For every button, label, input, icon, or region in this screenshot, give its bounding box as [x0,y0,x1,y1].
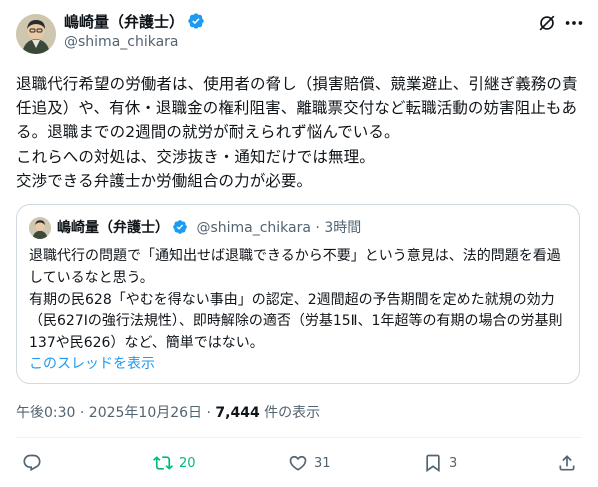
grok-icon [539,15,555,31]
view-count-suffix: 件の表示 [259,405,321,421]
reply-icon [23,454,41,472]
quoted-header: 嶋崎量（弁護士） @shima_chikara · 3時間 [57,218,361,241]
share-button[interactable] [557,452,577,474]
view-count: 7,444 [215,405,260,421]
like-button[interactable]: 31 [288,452,331,474]
like-count: 31 [314,455,331,471]
action-bar-divider [16,437,582,438]
author-name[interactable]: 嶋崎量（弁護士） [64,12,205,35]
repost-button[interactable]: 20 [153,452,196,474]
bookmark-count: 3 [449,455,458,471]
reply-button[interactable] [22,452,48,474]
heart-icon [289,455,307,471]
repost-count: 20 [179,455,196,471]
quoted-avatar-illustration [29,217,51,239]
quoted-post-text: 退職代行の問題で「通知出せば退職できるから不要」という意見は、法的問題を看過して… [29,248,563,352]
quoted-author-avatar[interactable] [29,217,51,239]
quoted-post-card[interactable]: 嶋崎量（弁護士） @shima_chikara · 3時間 退職代行の問題で「通… [16,204,580,384]
post-text: 退職代行希望の労働者は、使用者の脅し（損害賠償、競業避止、引継ぎ義務の責任追及）… [16,75,578,190]
quoted-author-name: 嶋崎量（弁護士） [57,220,169,236]
quoted-meta: @shima_chikara · 3時間 [196,220,362,236]
author-handle[interactable]: @shima_chikara [64,33,179,51]
bookmark-button[interactable]: 3 [423,452,457,474]
more-dots-icon [565,21,583,25]
more-options-button[interactable] [563,12,585,34]
grok-button[interactable] [536,12,558,34]
verified-badge-icon [187,12,205,35]
author-name-text[interactable]: 嶋崎量（弁護士） [64,13,184,31]
timestamp-time[interactable]: 午後0:30 · 2025年10月26日 · [16,405,215,421]
author-avatar[interactable] [16,14,56,54]
quoted-verified-badge-icon [172,219,188,241]
show-thread-link[interactable]: このスレッドを表示 [29,354,155,374]
post-timestamp: 午後0:30 · 2025年10月26日 · 7,444 件の表示 [16,403,320,423]
repost-icon [153,456,173,470]
avatar-illustration [16,14,56,54]
share-icon [559,455,575,471]
bookmark-icon [426,454,440,473]
